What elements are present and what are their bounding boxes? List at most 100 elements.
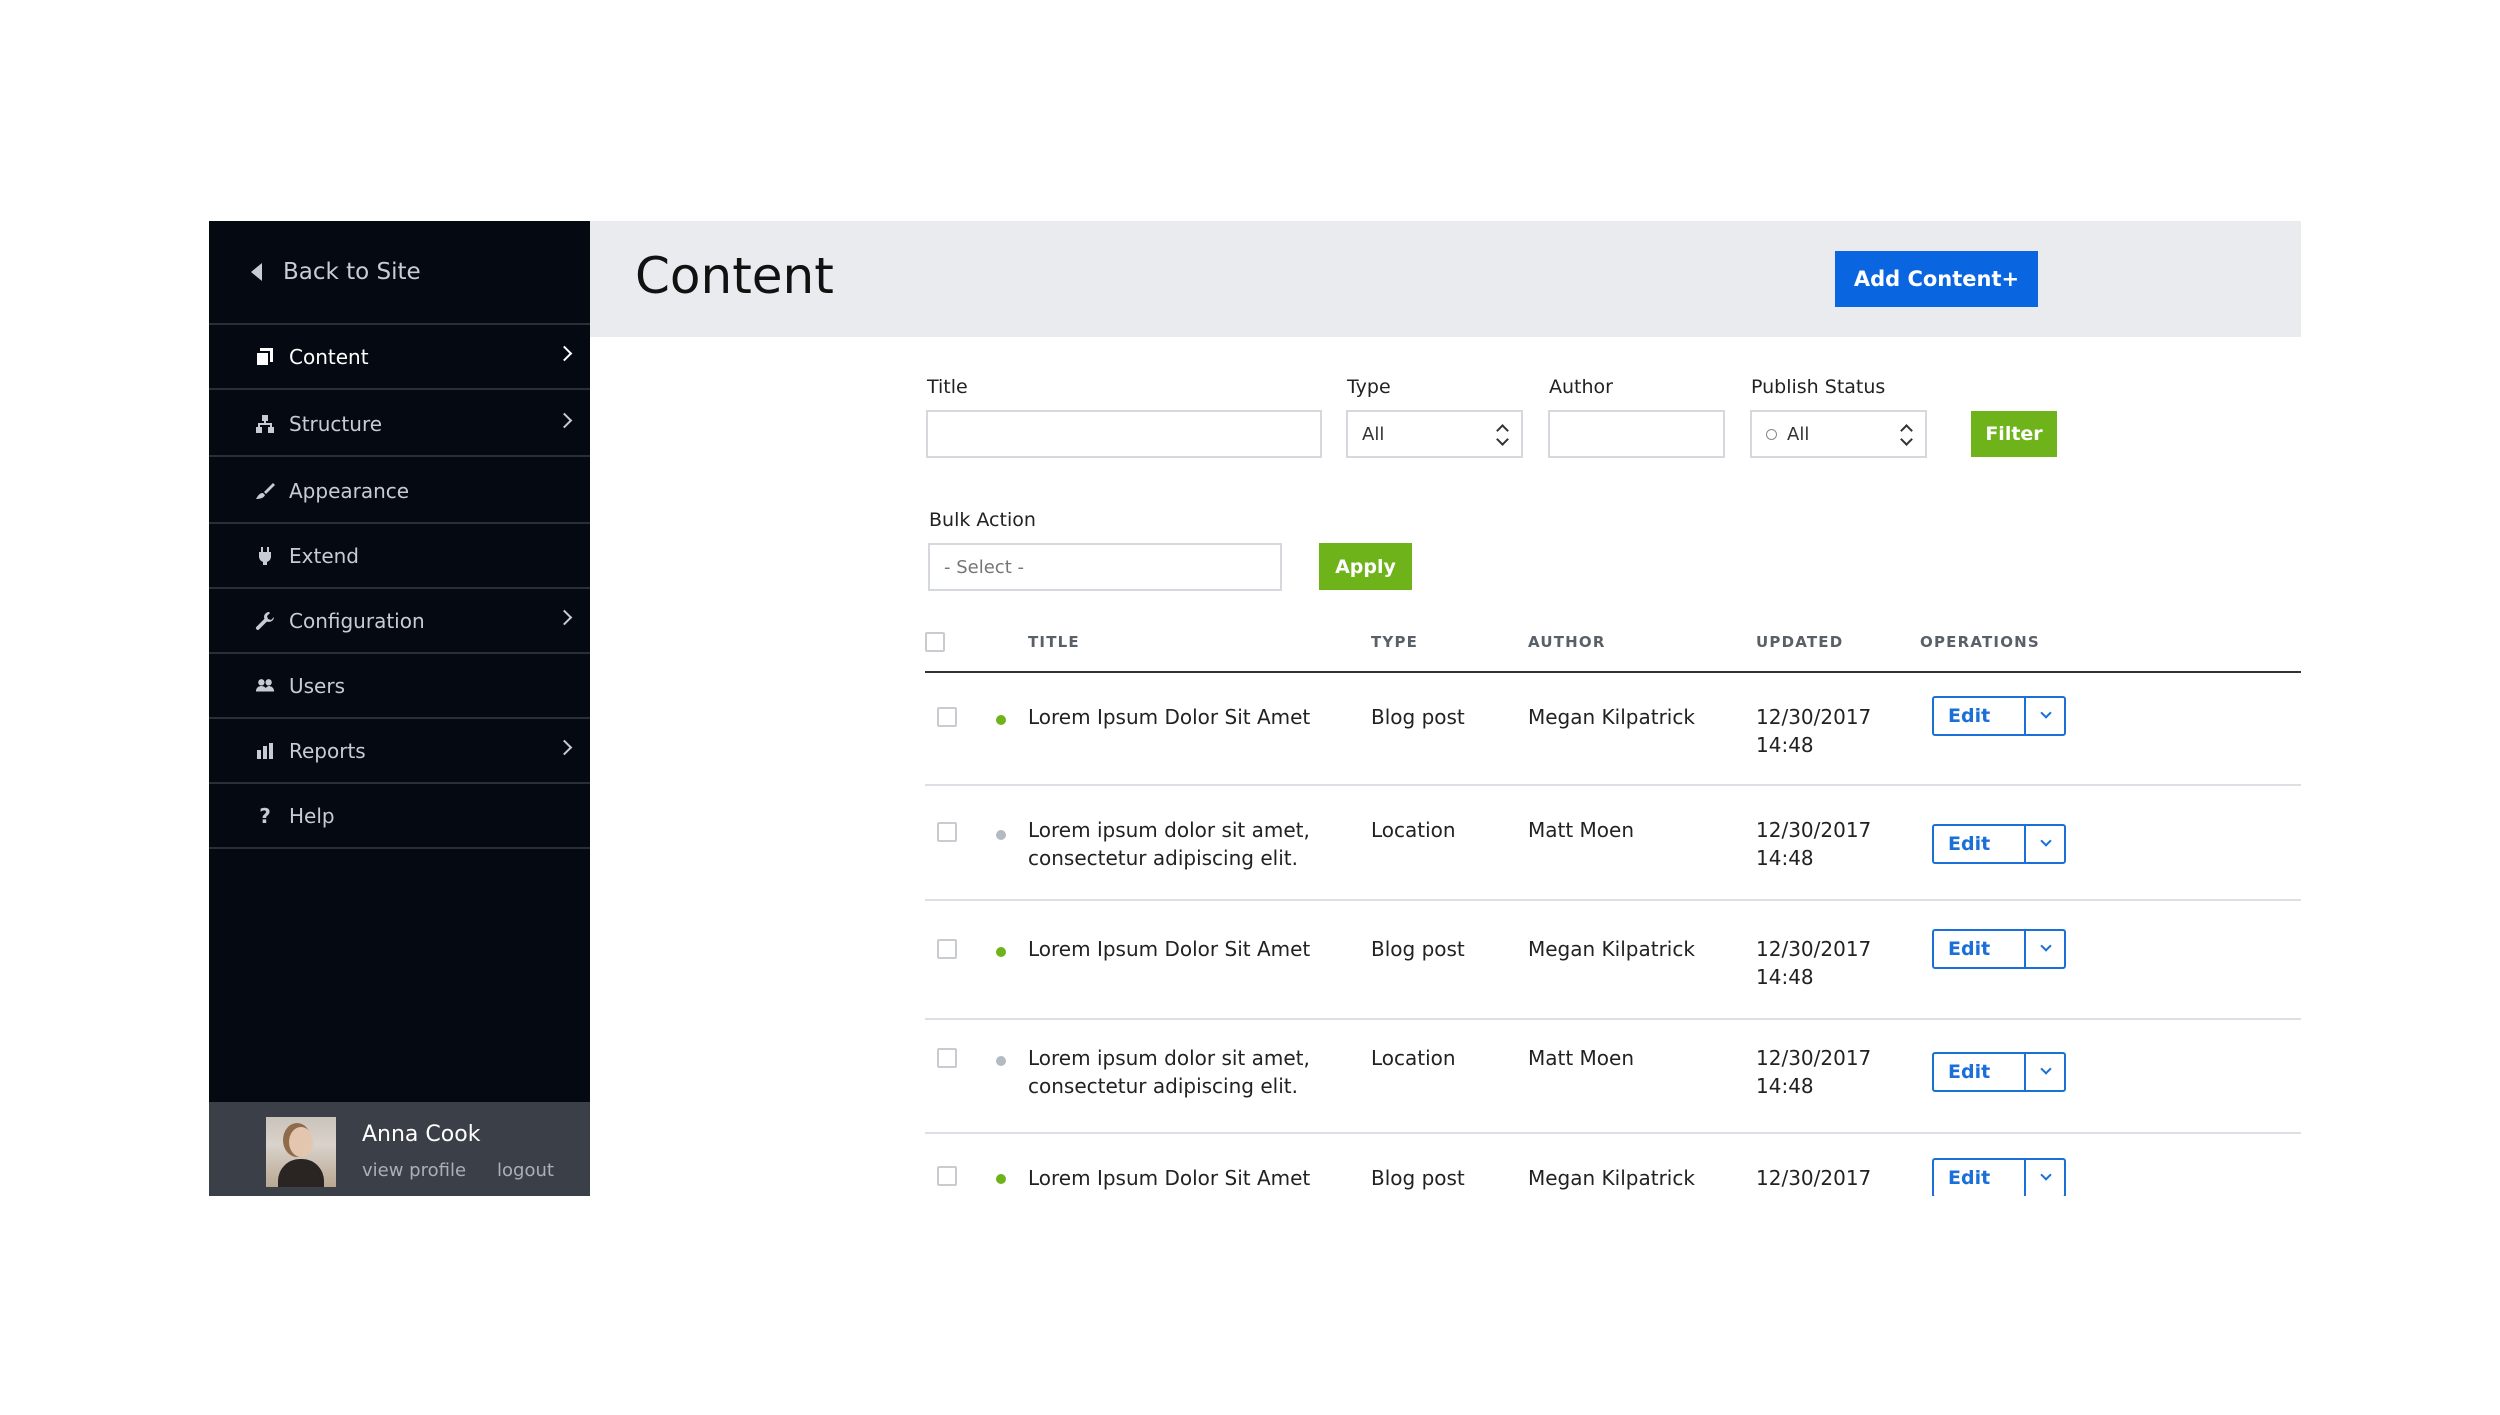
sidebar-item-label: Extend: [289, 543, 359, 568]
type-filter-label: Type: [1347, 376, 1391, 398]
author-filter-label: Author: [1549, 376, 1613, 398]
select-all-checkbox[interactable]: [925, 632, 945, 652]
radio-icon: [1766, 428, 1777, 440]
row-type: Location: [1371, 818, 1456, 842]
sidebar-item-extend[interactable]: Extend: [209, 524, 590, 589]
sidebar-item-users[interactable]: Users: [209, 654, 590, 719]
users-icon: [255, 676, 275, 696]
chevron-down-icon: [2040, 835, 2052, 847]
status-dot: [996, 715, 1006, 725]
sidebar-item-label: Content: [289, 344, 369, 369]
view-profile-link[interactable]: view profile: [362, 1160, 466, 1181]
title-filter-label: Title: [927, 376, 968, 398]
user-profile: Anna Cook view profile logout: [209, 1102, 590, 1196]
row-title[interactable]: Lorem Ipsum Dolor Sit Amet: [1028, 935, 1310, 963]
avatar[interactable]: [266, 1117, 336, 1187]
operations-dropdown-button[interactable]: [2026, 698, 2064, 734]
wrench-icon: [255, 611, 275, 631]
bulk-action-label: Bulk Action: [929, 509, 1036, 531]
sidebar-item-help[interactable]: ? Help: [209, 784, 590, 849]
status-dot: [996, 830, 1006, 840]
row-author[interactable]: Megan Kilpatrick: [1528, 1164, 1695, 1192]
bulk-action-select[interactable]: [928, 543, 1282, 591]
back-to-site-link[interactable]: Back to Site: [209, 221, 590, 325]
bar-chart-icon: [255, 741, 275, 761]
row-author[interactable]: Megan Kilpatrick: [1528, 703, 1695, 731]
row-updated: 12/30/2017 14:48: [1756, 705, 1872, 757]
brush-icon: [255, 481, 275, 501]
row-type: Blog post: [1371, 937, 1465, 961]
row-author[interactable]: Matt Moen: [1528, 816, 1634, 844]
row-operations: Edit: [1932, 1158, 2066, 1196]
row-type: Blog post: [1371, 705, 1465, 729]
add-content-button[interactable]: Add Content+: [1835, 251, 2038, 307]
table-row: Lorem Ipsum Dolor Sit Amet Blog post Meg…: [925, 673, 2301, 786]
select-arrows-icon: [1901, 424, 1911, 446]
sidebar-item-label: Help: [289, 803, 335, 828]
sidebar-item-reports[interactable]: Reports: [209, 719, 590, 784]
sidebar-item-appearance[interactable]: Appearance: [209, 459, 590, 524]
structure-icon: [255, 414, 275, 434]
row-title[interactable]: Lorem Ipsum Dolor Sit Amet: [1028, 1164, 1310, 1192]
edit-button[interactable]: Edit: [1934, 826, 2026, 862]
type-filter-value: All: [1362, 423, 1385, 445]
row-title[interactable]: Lorem Ipsum Dolor Sit Amet: [1028, 703, 1310, 731]
edit-button[interactable]: Edit: [1934, 1160, 2026, 1196]
status-filter-select[interactable]: All: [1750, 410, 1927, 458]
back-to-site-label: Back to Site: [283, 259, 421, 285]
sidebar-item-label: Configuration: [289, 608, 425, 633]
type-filter-select[interactable]: All: [1346, 410, 1523, 458]
sidebar-item-label: Reports: [289, 738, 366, 763]
title-filter-input[interactable]: [926, 410, 1322, 458]
column-header-type[interactable]: TYPE: [1371, 633, 1418, 651]
row-type: Location: [1371, 1046, 1456, 1070]
row-checkbox[interactable]: [937, 1048, 957, 1068]
edit-button[interactable]: Edit: [1934, 698, 2026, 734]
row-title[interactable]: Lorem ipsum dolor sit amet, consectetur a…: [1028, 816, 1310, 872]
logout-link[interactable]: logout: [497, 1160, 554, 1181]
help-icon: ?: [259, 803, 271, 828]
row-updated: 12/30/2017: [1756, 1166, 1872, 1190]
row-type: Blog post: [1371, 1166, 1465, 1190]
admin-app: Back to Site Content Structure Appearanc…: [209, 221, 2301, 1196]
chevron-right-icon: [556, 609, 573, 626]
edit-button[interactable]: Edit: [1934, 931, 2026, 967]
status-dot: [996, 1056, 1006, 1066]
sidebar-item-structure[interactable]: Structure: [209, 392, 590, 457]
row-checkbox[interactable]: [937, 707, 957, 727]
row-checkbox[interactable]: [937, 822, 957, 842]
row-author[interactable]: Matt Moen: [1528, 1044, 1634, 1072]
operations-dropdown-button[interactable]: [2026, 1160, 2064, 1196]
page-title: Content: [635, 247, 834, 305]
column-header-title[interactable]: TITLE: [1028, 633, 1080, 651]
status-dot: [996, 1174, 1006, 1184]
edit-button[interactable]: Edit: [1934, 1054, 2026, 1090]
column-header-author[interactable]: AUTHOR: [1528, 633, 1606, 651]
caret-left-icon: [251, 263, 262, 281]
column-header-updated[interactable]: UPDATED: [1756, 633, 1843, 651]
row-checkbox[interactable]: [937, 939, 957, 959]
profile-name: Anna Cook: [362, 1122, 481, 1147]
table-row: Lorem ipsum dolor sit amet, consectetur a…: [925, 1022, 2301, 1134]
operations-dropdown-button[interactable]: [2026, 1054, 2064, 1090]
filter-button[interactable]: Filter: [1971, 411, 2057, 457]
chevron-down-icon: [2040, 940, 2052, 952]
row-updated: 12/30/2017 14:48: [1756, 937, 1872, 989]
operations-dropdown-button[interactable]: [2026, 826, 2064, 862]
status-dot: [996, 947, 1006, 957]
row-operations: Edit: [1932, 929, 2066, 969]
sidebar-item-content[interactable]: Content: [209, 325, 590, 390]
author-filter-input[interactable]: [1548, 410, 1725, 458]
row-updated: 12/30/2017 14:48: [1756, 818, 1872, 870]
chevron-down-icon: [2040, 707, 2052, 719]
apply-button[interactable]: Apply: [1319, 543, 1412, 590]
row-title[interactable]: Lorem ipsum dolor sit amet, consectetur a…: [1028, 1044, 1310, 1100]
row-operations: Edit: [1932, 1052, 2066, 1092]
sidebar-item-configuration[interactable]: Configuration: [209, 589, 590, 654]
row-checkbox[interactable]: [937, 1166, 957, 1186]
sidebar-item-label: Structure: [289, 411, 383, 436]
row-operations: Edit: [1932, 824, 2066, 864]
operations-dropdown-button[interactable]: [2026, 931, 2064, 967]
chevron-right-icon: [556, 412, 573, 429]
row-author[interactable]: Megan Kilpatrick: [1528, 935, 1695, 963]
